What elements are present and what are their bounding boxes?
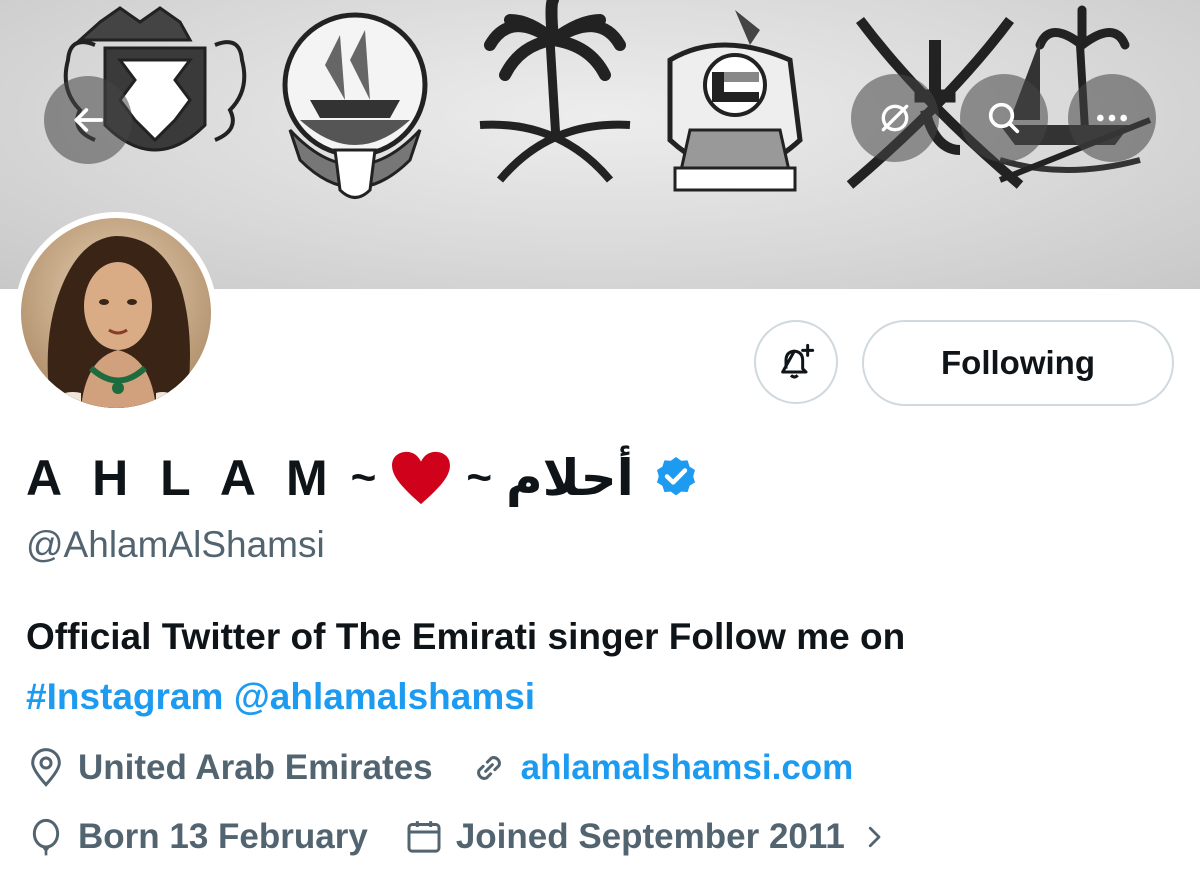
- birthday-text: Born 13 February: [78, 817, 368, 856]
- profile-meta-row-2: Born 13 February Joined September 2011: [26, 817, 889, 857]
- hide-reposts-button[interactable]: [851, 74, 939, 162]
- avatar-image: [21, 218, 211, 408]
- more-button[interactable]: [1068, 74, 1156, 162]
- display-name: A H L A M ~ ~ أحلام: [26, 438, 700, 518]
- chevron-right-icon[interactable]: [859, 822, 889, 852]
- more-icon: [1097, 114, 1127, 122]
- back-arrow-icon: [74, 108, 104, 132]
- back-button[interactable]: [44, 76, 132, 164]
- user-handle: @AhlamAlShamsi: [26, 524, 325, 565]
- bio-line-2: #Instagram @ahlamalshamsi: [26, 676, 535, 718]
- instagram-hashtag-link[interactable]: #Instagram: [26, 676, 223, 717]
- name-latin: A H L A M: [26, 450, 337, 506]
- profile-meta-row-1: United Arab Emirates ahlamalshamsi.com: [26, 748, 853, 788]
- location-text: United Arab Emirates: [78, 748, 433, 787]
- location-pin-icon: [31, 748, 61, 787]
- red-heart-icon: [392, 451, 451, 505]
- link-icon: [476, 756, 501, 780]
- search-button[interactable]: [960, 74, 1048, 162]
- calendar-icon: [407, 821, 441, 853]
- name-separator-right: ~: [466, 453, 493, 502]
- verified-badge-icon[interactable]: [652, 454, 700, 502]
- name-separator-left: ~: [350, 453, 377, 502]
- following-label: Following: [941, 344, 1095, 381]
- avatar: [21, 218, 211, 408]
- instagram-mention-link[interactable]: @ahlamalshamsi: [234, 676, 535, 717]
- bell-plus-icon: [781, 343, 815, 379]
- name-arabic: أحلام: [506, 449, 634, 507]
- no-preview-icon: [881, 104, 909, 132]
- search-icon: [988, 102, 1020, 134]
- following-button[interactable]: Following: [862, 320, 1174, 406]
- joined-date-text: Joined September 2011: [455, 817, 845, 856]
- balloon-icon: [32, 818, 60, 856]
- avatar-frame[interactable]: [15, 212, 217, 414]
- bio-line-1: Official Twitter of The Emirati singer F…: [26, 616, 906, 657]
- website-link[interactable]: ahlamalshamsi.com: [521, 748, 854, 788]
- notifications-button[interactable]: [754, 320, 838, 404]
